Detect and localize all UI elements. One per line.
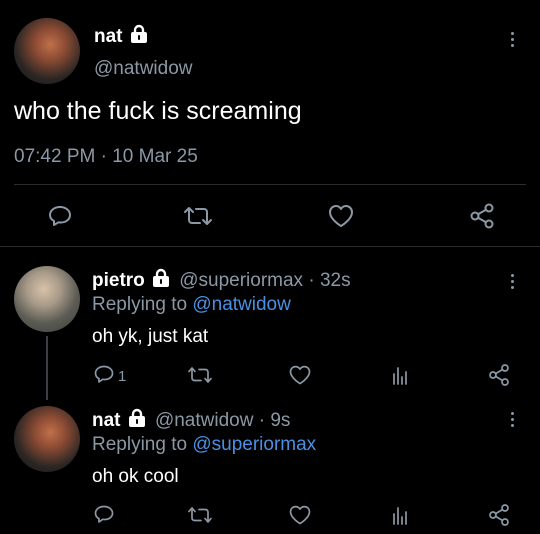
tweet-timestamp: 07:42 PM · 10 Mar 25	[14, 146, 198, 168]
reply-button[interactable]	[47, 204, 73, 233]
reply-header: nat @natwidow · 9s	[92, 408, 290, 433]
retweet-icon	[187, 365, 213, 390]
handle[interactable]: @natwidow	[94, 58, 193, 80]
like-icon	[288, 364, 312, 391]
reply-icon	[47, 204, 73, 233]
retweet-icon	[183, 204, 213, 233]
replying-to-link[interactable]: @natwidow	[192, 294, 291, 315]
retweet-button[interactable]	[187, 365, 213, 390]
divider	[14, 184, 526, 185]
display-name[interactable]: pietro	[92, 270, 145, 291]
more-icon[interactable]	[511, 412, 515, 430]
avatar[interactable]	[14, 406, 80, 472]
analytics-icon	[390, 364, 410, 391]
handle-and-time[interactable]: @natwidow · 9s	[155, 410, 290, 431]
analytics-button[interactable]	[390, 504, 410, 531]
replying-to-label: Replying to	[92, 434, 193, 455]
lock-icon	[127, 408, 147, 433]
avatar[interactable]	[14, 266, 80, 332]
share-icon	[487, 503, 511, 532]
like-icon	[288, 504, 312, 531]
like-button[interactable]	[327, 203, 355, 234]
like-icon	[327, 203, 355, 234]
reply-button[interactable]: 1	[93, 364, 126, 389]
reply-header: pietro @superiormax · 32s	[92, 268, 351, 293]
replying-to-label: Replying to	[92, 294, 193, 315]
display-name: nat	[94, 26, 123, 47]
share-button[interactable]	[487, 503, 511, 532]
like-button[interactable]	[288, 364, 312, 391]
replying-to: Replying to @natwidow	[92, 294, 291, 316]
tweet-time[interactable]: 07:42 PM	[14, 146, 95, 167]
divider	[0, 246, 540, 247]
analytics-icon	[390, 504, 410, 531]
replying-to-link[interactable]: @superiormax	[192, 434, 316, 455]
lock-icon	[151, 268, 171, 293]
share-button[interactable]	[487, 363, 511, 392]
reply-icon	[93, 364, 115, 389]
share-button[interactable]	[468, 202, 496, 235]
replying-to: Replying to @superiormax	[92, 434, 316, 456]
share-icon	[468, 202, 496, 235]
retweet-icon	[187, 505, 213, 530]
reply-text: oh yk, just kat	[92, 326, 209, 347]
separator: ·	[100, 146, 107, 167]
display-name[interactable]: nat	[92, 410, 121, 431]
share-icon	[487, 363, 511, 392]
tweet-text: who the fuck is screaming	[14, 97, 302, 125]
retweet-button[interactable]	[187, 505, 213, 530]
analytics-button[interactable]	[390, 364, 410, 391]
reply-button[interactable]	[93, 504, 115, 529]
handle-and-time[interactable]: @superiormax · 32s	[179, 270, 350, 291]
avatar[interactable]	[14, 18, 80, 84]
like-button[interactable]	[288, 504, 312, 531]
reply-count: 1	[118, 368, 127, 385]
lock-icon	[129, 24, 149, 49]
main-tweet-author[interactable]: nat	[94, 24, 149, 49]
more-icon[interactable]	[511, 32, 515, 50]
reply-icon	[93, 504, 115, 529]
thread-line	[46, 336, 48, 400]
retweet-button[interactable]	[183, 204, 213, 233]
more-icon[interactable]	[511, 274, 515, 292]
tweet-date[interactable]: 10 Mar 25	[112, 146, 198, 167]
reply-text: oh ok cool	[92, 466, 179, 487]
